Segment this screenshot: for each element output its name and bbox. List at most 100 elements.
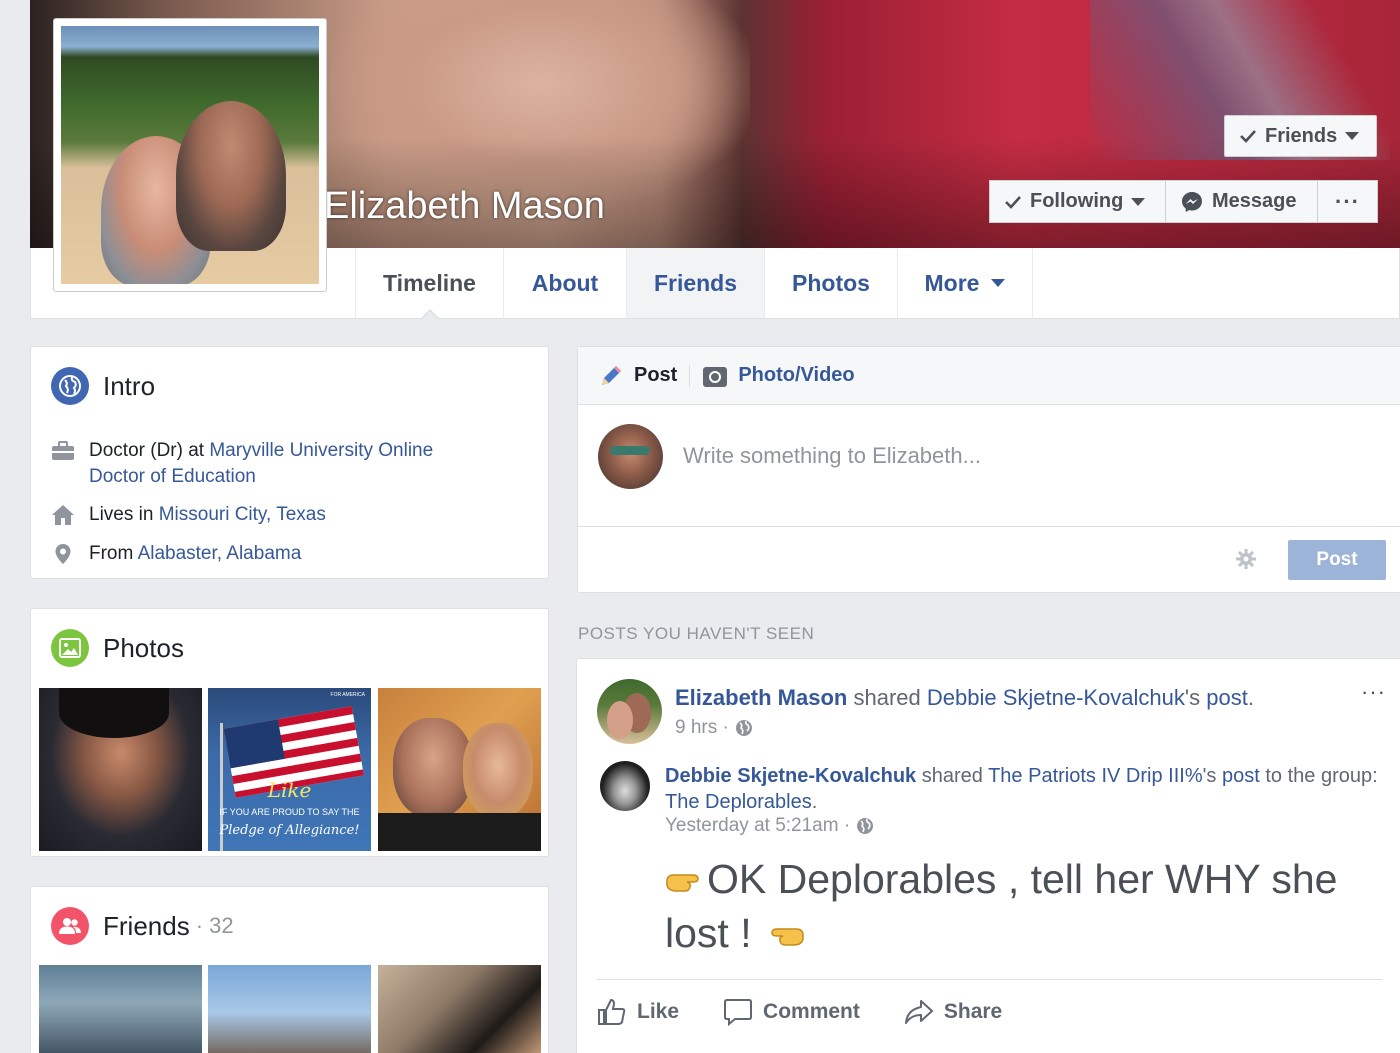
thumbs-up-icon: [598, 998, 626, 1025]
following-button[interactable]: Following: [989, 180, 1166, 223]
from-prefix: From: [89, 543, 138, 564]
following-label: Following: [1030, 190, 1124, 212]
tab-timeline-label: Timeline: [383, 269, 476, 296]
inner-author-avatar[interactable]: [600, 761, 650, 811]
composer-post-tab[interactable]: Post: [598, 363, 677, 389]
location-pin-icon: [51, 541, 75, 567]
avatar-person: [607, 701, 633, 739]
check-icon: [1240, 130, 1256, 143]
flag-caption-line2: Pledge of Allegiance!: [219, 823, 360, 838]
original-post-link[interactable]: post: [1206, 685, 1248, 710]
pointing-left-emoji-icon: [763, 915, 805, 963]
work-link[interactable]: Maryville University Online: [209, 440, 433, 461]
tab-about-label: About: [531, 269, 599, 296]
feed-post: Elizabeth Mason shared Debbie Skjetne-Ko…: [576, 658, 1400, 1053]
chevron-down-icon: [1131, 197, 1146, 206]
profile-picture[interactable]: [53, 18, 327, 292]
friends-count: · 32: [195, 913, 234, 938]
tab-timeline[interactable]: Timeline: [355, 248, 503, 320]
intro-lives: Lives in Missouri City, Texas: [51, 502, 326, 528]
more-options-button[interactable]: ···: [1318, 180, 1378, 223]
profile-action-buttons: Following Message ···: [989, 180, 1378, 223]
share-arrow-icon: [904, 999, 933, 1024]
composer-photo-tab[interactable]: Photo/Video: [702, 364, 855, 388]
globe-icon: [51, 367, 89, 405]
friend-thumbnail[interactable]: [39, 965, 202, 1053]
photo-thumbnail-flag[interactable]: FOR AMERICA Like IF YOU ARE PROUD TO SAY…: [208, 688, 371, 851]
photo-thumbnail[interactable]: [378, 688, 541, 851]
work-prefix: Doctor (Dr) at: [89, 440, 210, 461]
group-link[interactable]: The Deplorables: [665, 791, 812, 813]
original-author-link[interactable]: Debbie Skjetne-Kovalchuk: [927, 685, 1185, 710]
post-composer: Post Photo/Video Write something to Eliz…: [577, 346, 1400, 593]
post-header: Elizabeth Mason shared Debbie Skjetne-Ko…: [675, 685, 1254, 711]
post-text: OK Deplorables , tell her WHY she lost !: [665, 855, 1365, 963]
profile-photo-image: [61, 26, 319, 284]
like-button[interactable]: Like: [597, 998, 679, 1026]
flag-brand: FOR AMERICA: [330, 692, 365, 698]
tab-about[interactable]: About: [503, 248, 626, 318]
lives-link[interactable]: Missouri City, Texas: [159, 504, 326, 525]
possessive: 's: [1202, 765, 1222, 787]
pencil-icon: [602, 365, 621, 385]
tab-photos[interactable]: Photos: [764, 248, 897, 318]
tab-photos-label: Photos: [792, 269, 870, 296]
education-link[interactable]: Doctor of Education: [89, 466, 256, 487]
from-link[interactable]: Alabaster, Alabama: [138, 543, 302, 564]
comment-button[interactable]: Comment: [723, 998, 860, 1026]
composer-photo-label: Photo/Video: [738, 364, 855, 386]
pointing-right-emoji-icon: [665, 861, 707, 909]
inner-author-link[interactable]: Debbie Skjetne-Kovalchuk: [665, 765, 916, 787]
post-time[interactable]: 9 hrs ·: [675, 717, 729, 739]
period: .: [811, 791, 818, 813]
post-author-avatar[interactable]: [597, 679, 662, 744]
friends-card: Friends · 32: [30, 886, 549, 1053]
friends-title[interactable]: Friends: [103, 911, 190, 942]
intro-header: Intro: [51, 367, 155, 405]
source-page-link[interactable]: The Patriots IV Drip III%: [988, 765, 1203, 787]
intro-card: Intro Doctor (Dr) at Maryville Universit…: [30, 346, 549, 579]
shared-post-time[interactable]: Yesterday at 5:21am ·: [665, 815, 850, 837]
friends-status-button[interactable]: Friends: [1224, 115, 1377, 157]
post-button[interactable]: Post: [1288, 540, 1386, 580]
message-button[interactable]: Message: [1166, 180, 1318, 223]
friends-header: Friends · 32: [51, 907, 234, 945]
chevron-down-icon: [1345, 132, 1360, 140]
tab-friends-label: Friends: [653, 269, 738, 296]
briefcase-icon: [51, 438, 75, 464]
camera-icon: [703, 366, 728, 387]
flag-caption-script: Like: [267, 778, 312, 802]
source-post-link[interactable]: post: [1222, 765, 1260, 787]
photo-hair: [59, 688, 169, 738]
photo-icon: [51, 629, 89, 667]
intro-from: From Alabaster, Alabama: [51, 541, 301, 567]
shared-word: shared: [847, 685, 927, 710]
photos-title[interactable]: Photos: [103, 633, 184, 664]
like-label: Like: [637, 999, 680, 1023]
tab-divider: [689, 364, 691, 387]
share-label: Share: [943, 999, 1003, 1023]
profile-name[interactable]: Elizabeth Mason: [324, 185, 605, 228]
share-button[interactable]: Share: [904, 998, 1002, 1026]
composer-divider: [578, 526, 1400, 527]
tab-more[interactable]: More: [897, 248, 1033, 318]
post-options-icon[interactable]: ···: [1361, 679, 1386, 705]
gear-icon[interactable]: [1235, 548, 1257, 570]
composer-post-label: Post: [634, 364, 678, 386]
friend-thumbnail[interactable]: [378, 965, 541, 1053]
comment-icon: [724, 998, 753, 1026]
composer-input[interactable]: Write something to Elizabeth...: [683, 443, 981, 469]
friends-icon: [51, 907, 89, 945]
friend-thumbnail[interactable]: [208, 965, 371, 1053]
photo-person: [393, 718, 473, 818]
avatar[interactable]: [598, 424, 663, 489]
flag-caption-line1: IF YOU ARE PROUD TO SAY THE: [219, 807, 360, 817]
photos-card: Photos FOR AMERICA Like IF YOU ARE PROUD…: [30, 608, 549, 857]
tab-friends[interactable]: Friends: [626, 248, 764, 318]
shared-post-header: Debbie Skjetne-Kovalchuk shared The Patr…: [665, 763, 1380, 815]
photo-thumbnail[interactable]: [39, 688, 202, 851]
possessive: 's: [1184, 685, 1207, 710]
composer-tabs: Post Photo/Video: [578, 347, 1400, 405]
post-author-link[interactable]: Elizabeth Mason: [675, 685, 847, 710]
messenger-icon: [1182, 191, 1202, 212]
